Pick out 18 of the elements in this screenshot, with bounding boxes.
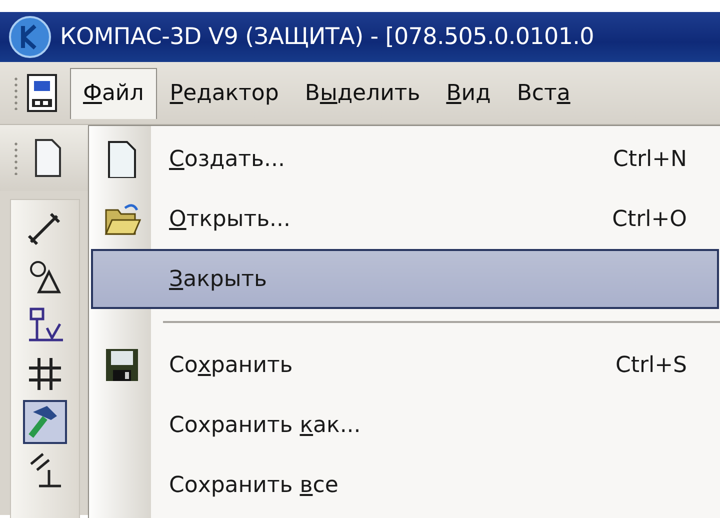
menu-item[interactable]: Сохранить Ctrl+S bbox=[91, 335, 719, 395]
menu-item[interactable]: Сохранить все bbox=[91, 455, 719, 515]
toolbar-grip[interactable] bbox=[14, 141, 18, 175]
app-logo-icon bbox=[8, 15, 52, 59]
menu-item[interactable]: Закрыть bbox=[91, 249, 719, 309]
document-window-icon bbox=[26, 73, 58, 113]
menu-item[interactable]: Редактор bbox=[156, 68, 292, 118]
toolbar-grip[interactable] bbox=[14, 76, 18, 110]
menu-item[interactable]: Выделить bbox=[292, 68, 434, 118]
menu-item[interactable]: Сохранить как... bbox=[91, 395, 719, 455]
window-title: КОМПАС-3D V9 (ЗАЩИТА) - [078.505.0.0101.0 bbox=[60, 22, 594, 52]
menu-item[interactable]: Вста bbox=[504, 68, 584, 118]
menu-item[interactable]: Файл bbox=[70, 68, 157, 118]
tool-button[interactable] bbox=[23, 400, 67, 444]
new-document-icon bbox=[34, 138, 62, 178]
menu-item[interactable]: Вид bbox=[433, 68, 504, 118]
menu-item[interactable]: Открыть... Ctrl+O bbox=[91, 189, 719, 249]
menu-item[interactable]: Создать... Ctrl+N bbox=[91, 129, 719, 189]
